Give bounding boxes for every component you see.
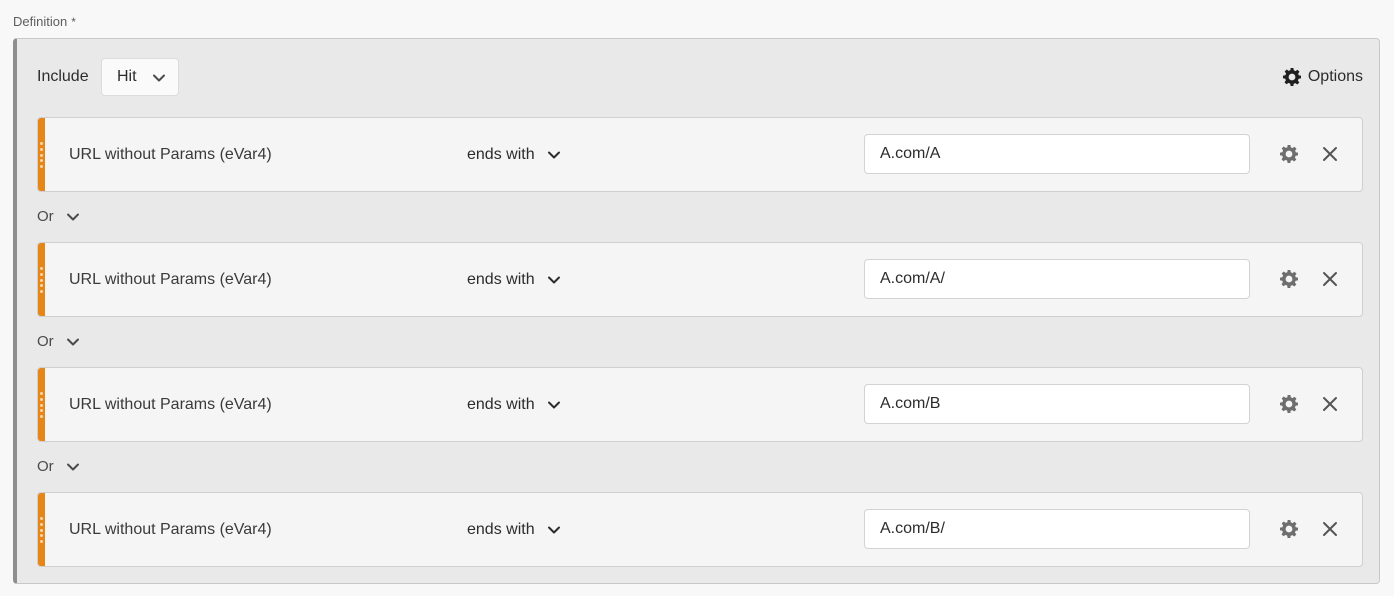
connector-label: Or <box>37 333 54 350</box>
rule-row: URL without Params (eVar4) ends with <box>37 117 1363 192</box>
rule-value-input[interactable] <box>864 259 1250 299</box>
chevron-down-icon <box>547 526 560 534</box>
rule-row: URL without Params (eVar4) ends with <box>37 492 1363 567</box>
chevron-down-icon <box>547 401 560 409</box>
connector-label: Or <box>37 458 54 475</box>
drag-dots-icon <box>39 392 44 418</box>
rule-row: URL without Params (eVar4) ends with <box>37 242 1363 317</box>
required-indicator: * <box>71 14 76 29</box>
operator-select[interactable]: ends with <box>467 396 561 414</box>
drag-handle[interactable] <box>38 118 45 191</box>
remove-rule-close-icon[interactable] <box>1322 146 1338 162</box>
drag-handle[interactable] <box>38 243 45 316</box>
operator-value: ends with <box>467 271 535 288</box>
operator-select[interactable]: ends with <box>467 146 561 164</box>
rule-dimension: URL without Params (eVar4) <box>69 521 272 538</box>
or-connector-select[interactable]: Or <box>37 458 80 475</box>
chevron-down-icon <box>66 338 79 345</box>
rule-dimension: URL without Params (eVar4) <box>69 146 272 163</box>
operator-value: ends with <box>467 521 535 538</box>
remove-rule-close-icon[interactable] <box>1322 521 1338 537</box>
rule-dimension: URL without Params (eVar4) <box>69 271 272 288</box>
connector-label: Or <box>37 208 54 225</box>
operator-value: ends with <box>467 396 535 413</box>
drag-handle[interactable] <box>38 493 45 566</box>
container-header: Include Hit Options <box>17 39 1379 117</box>
drag-handle[interactable] <box>38 368 45 441</box>
operator-select[interactable]: ends with <box>467 271 561 289</box>
chevron-down-icon <box>66 213 79 220</box>
chevron-down-icon <box>547 151 560 159</box>
rule-value-input[interactable] <box>864 509 1250 549</box>
gear-icon <box>1282 68 1301 86</box>
rule-value-input[interactable] <box>864 384 1250 424</box>
remove-rule-close-icon[interactable] <box>1322 396 1338 412</box>
operator-select[interactable]: ends with <box>467 521 561 539</box>
include-label: Include <box>37 68 89 85</box>
rule-value-input[interactable] <box>864 134 1250 174</box>
options-button[interactable]: Options <box>1282 67 1363 87</box>
definition-label: Definition * <box>13 14 76 29</box>
drag-dots-icon <box>39 142 44 168</box>
rule-settings-gear-icon[interactable] <box>1279 269 1299 289</box>
rule-settings-gear-icon[interactable] <box>1279 144 1299 164</box>
scope-select[interactable]: Hit <box>101 58 179 96</box>
drag-dots-icon <box>39 267 44 293</box>
chevron-down-icon <box>153 74 165 82</box>
rule-settings-gear-icon[interactable] <box>1279 394 1299 414</box>
or-connector-select[interactable]: Or <box>37 208 80 225</box>
or-connector-select[interactable]: Or <box>37 333 80 350</box>
chevron-down-icon <box>66 463 79 470</box>
remove-rule-close-icon[interactable] <box>1322 271 1338 287</box>
operator-value: ends with <box>467 146 535 163</box>
definition-container: Include Hit Options URL without Params (… <box>13 38 1380 584</box>
drag-dots-icon <box>39 517 44 543</box>
rule-dimension: URL without Params (eVar4) <box>69 396 272 413</box>
definition-title: Definition <box>13 14 68 29</box>
scope-select-value: Hit <box>117 68 137 85</box>
rule-settings-gear-icon[interactable] <box>1279 519 1299 539</box>
options-label: Options <box>1307 68 1363 85</box>
rule-row: URL without Params (eVar4) ends with <box>37 367 1363 442</box>
chevron-down-icon <box>547 276 560 284</box>
